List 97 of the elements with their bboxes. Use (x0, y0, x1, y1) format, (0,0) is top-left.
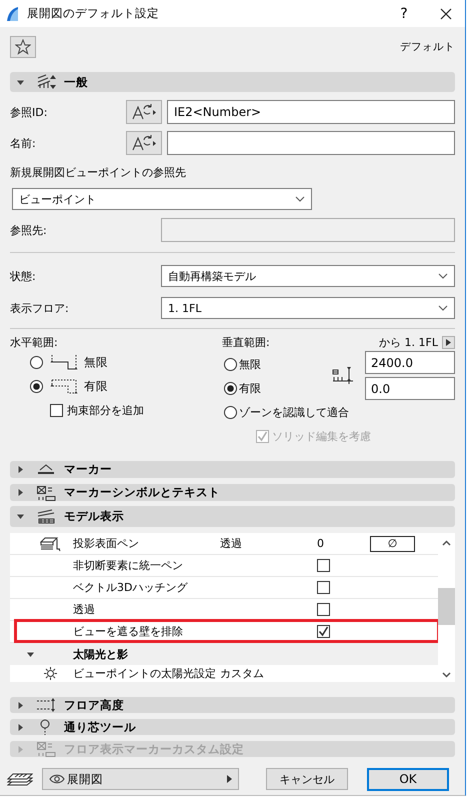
model-icon (36, 508, 56, 524)
view-dropdown[interactable]: 展開図 (42, 768, 239, 790)
play-arrow-icon (446, 338, 451, 346)
favorites-label: デフォルト (400, 40, 455, 54)
hatch-arrows-icon (36, 74, 56, 90)
row-value: 透過 (220, 536, 243, 551)
section-title: マーカーシンボルとテキスト (64, 485, 220, 500)
scroll-up-icon[interactable] (442, 540, 451, 546)
reference-id-field[interactable]: IE2<Number> (167, 100, 455, 124)
row-number: 0 (317, 537, 325, 550)
disclosure-triangle-icon[interactable] (17, 724, 24, 730)
range-label: 水平範囲: (10, 334, 59, 350)
pen-swatch[interactable]: ∅ (370, 536, 415, 552)
elevation-limits-icon (332, 366, 354, 384)
checkbox[interactable] (50, 404, 63, 416)
radio-label: ゾーンを認識して適合 (239, 404, 349, 420)
row-label: 投影表面ペン (73, 536, 140, 551)
section-header[interactable]: モデル表示 (10, 506, 455, 527)
section-header[interactable]: マーカー (10, 461, 455, 478)
disclosure-triangle-icon[interactable] (17, 78, 24, 86)
field-label: 名前: (10, 136, 37, 150)
section-label: 新規展開図ビューポイントの参照先 (10, 164, 187, 180)
window-title: 展開図のデフォルト設定 (27, 6, 159, 21)
row-label: 透過 (73, 602, 96, 617)
radio-button[interactable] (224, 406, 237, 418)
disclosure-triangle-icon[interactable] (17, 489, 24, 496)
auto-text-icon (131, 103, 157, 121)
section-title: モデル表示 (64, 509, 124, 524)
checkbox[interactable] (317, 559, 330, 572)
disclosure-triangle-icon[interactable] (27, 650, 34, 658)
row-label: ベクトル3Dハッチング (73, 580, 189, 595)
floor-levels-icon (36, 697, 56, 713)
chevron-down-icon (438, 305, 448, 311)
checkbox-label: ソリッド編集を考慮 (272, 428, 371, 444)
app-icon (6, 6, 20, 22)
favorites-button[interactable] (10, 36, 36, 58)
field-label: 表示フロア: (10, 300, 70, 316)
section-header[interactable]: 通り芯ツール (10, 719, 455, 735)
scroll-thumb[interactable] (438, 588, 455, 625)
row-label: ビューポイントの太陽光設定 (73, 666, 217, 681)
row-label: 非切断要素に統一ペン (73, 558, 184, 573)
marker-symbol-icon (36, 741, 56, 757)
range-from: から 1. 1FL (379, 334, 438, 350)
reference-source-dropdown[interactable]: ビューポイント (12, 188, 312, 210)
section-title: マーカー (64, 462, 112, 477)
radio-button[interactable] (30, 356, 43, 368)
radio-label: 無限 (239, 356, 261, 372)
caret-right-icon (227, 775, 232, 783)
radio-label: 有限 (239, 380, 261, 396)
help-button[interactable]: ? (394, 6, 414, 22)
checkbox[interactable] (317, 603, 330, 616)
name-field[interactable] (167, 131, 455, 155)
radio-label: 無限 (84, 354, 108, 370)
section-title: 通り芯ツール (64, 720, 136, 734)
display-floor-dropdown[interactable]: 1. 1FL (161, 297, 455, 319)
section-header[interactable]: 一般 (10, 72, 455, 92)
bottom-height-field[interactable]: 0.0 (365, 377, 455, 400)
field-label: 参照先: (10, 222, 48, 238)
cancel-button[interactable]: キャンセル (266, 768, 348, 790)
auto-text-icon (131, 134, 157, 152)
section-header[interactable]: マーカーシンボルとテキスト (10, 484, 455, 501)
pen-surface-icon (39, 536, 63, 552)
radio-button[interactable] (224, 382, 237, 394)
group-label: 太陽光と影 (73, 646, 129, 662)
disclosure-triangle-icon[interactable] (17, 466, 24, 473)
checkbox-label: 拘束部分を追加 (67, 402, 144, 418)
status-dropdown[interactable]: 自動再構築モデル (161, 265, 455, 287)
top-height-field[interactable]: 2400.0 (365, 351, 455, 374)
range-label: 垂直範囲: (222, 334, 270, 350)
chevron-down-icon (295, 196, 305, 202)
radio-button[interactable] (30, 380, 43, 392)
auto-text-button[interactable] (126, 131, 162, 155)
field-label: 参照ID: (10, 104, 48, 120)
section-title: 一般 (64, 74, 88, 90)
close-icon[interactable] (440, 8, 452, 20)
row-label: ビューを遮る壁を排除 (73, 624, 184, 639)
unlimited-range-icon (50, 354, 78, 370)
floor-arrow-button[interactable] (442, 336, 455, 348)
star-icon (15, 39, 31, 55)
field-label: 状態: (10, 268, 37, 284)
sun-icon (44, 667, 57, 680)
checkbox[interactable] (317, 625, 330, 638)
section-title: フロア高度 (64, 698, 124, 712)
auto-text-button[interactable] (126, 100, 162, 124)
checkbox[interactable] (317, 581, 330, 594)
chevron-down-icon (438, 273, 448, 279)
disclosure-triangle-icon[interactable] (17, 702, 24, 708)
radio-label: 有限 (84, 378, 108, 394)
row-value: カスタム (220, 666, 265, 681)
section-header[interactable]: フロア高度 (10, 697, 455, 713)
radio-button[interactable] (224, 358, 237, 370)
marker-symbol-icon (36, 484, 56, 500)
ok-button[interactable]: OK (367, 768, 449, 790)
limited-range-icon (50, 378, 78, 394)
scroll-down-icon[interactable] (442, 672, 451, 678)
eye-icon (49, 774, 65, 784)
disclosure-triangle-icon[interactable] (17, 513, 24, 520)
